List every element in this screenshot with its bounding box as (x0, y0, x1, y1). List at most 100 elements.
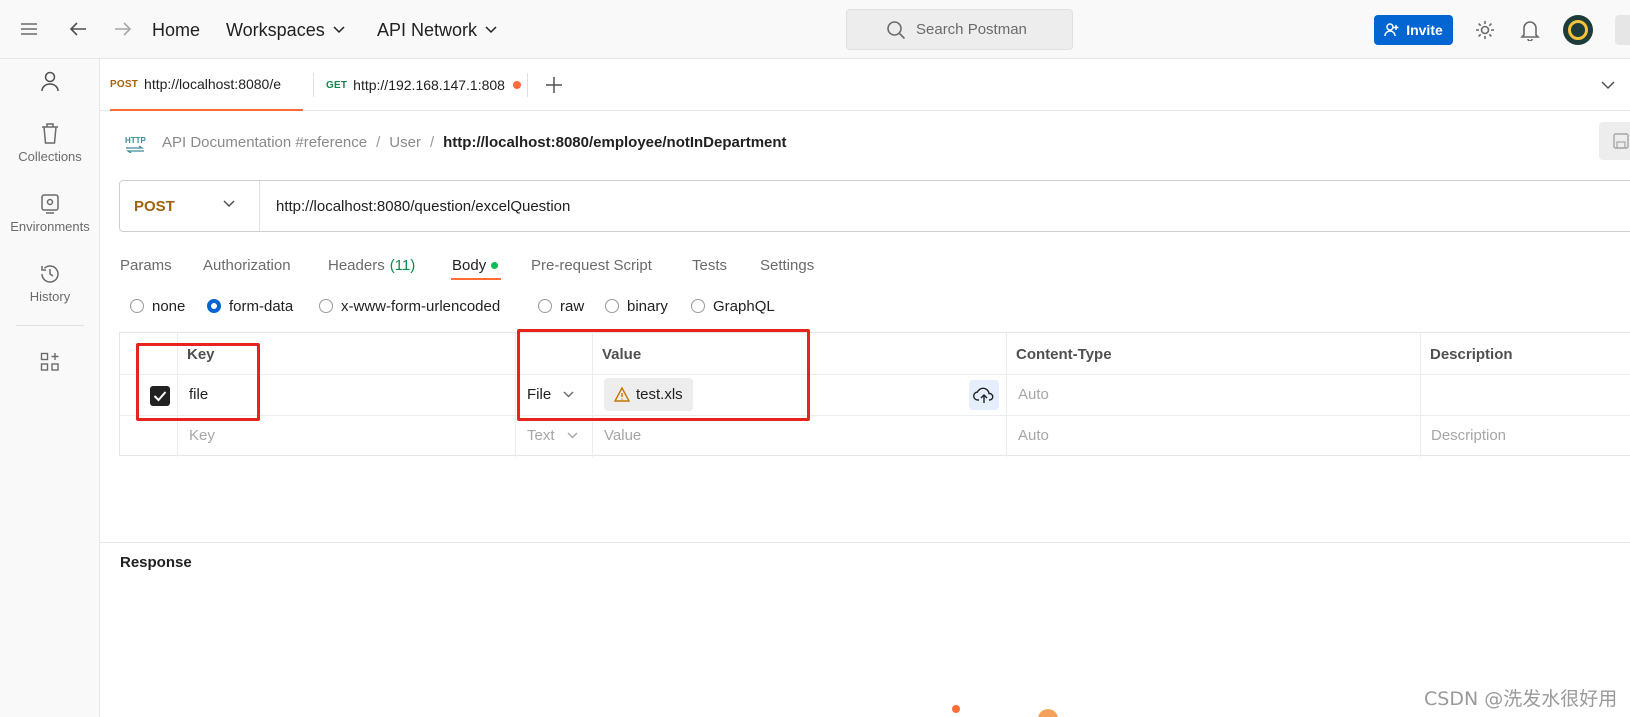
menu-icon[interactable] (16, 16, 42, 42)
column-header-content-type: Content-Type (1016, 345, 1112, 363)
nav-workspaces-label: Workspaces (226, 19, 325, 40)
http-request-icon: HTTP (125, 136, 146, 153)
tab-label: Pre-request Script (531, 256, 652, 274)
history-icon (41, 265, 59, 283)
tab-label: Body (452, 256, 487, 274)
response-divider (100, 542, 1630, 543)
tab-body[interactable]: Body (452, 250, 499, 280)
breadcrumb-separator: / (376, 133, 381, 151)
column-header-description: Description (1430, 345, 1513, 363)
invite-label: Invite (1406, 22, 1443, 38)
tab-method: GET (326, 79, 348, 91)
type-value: Text (527, 427, 555, 444)
sidebar-item-label: Environments (10, 219, 90, 234)
tab-params[interactable]: Params (120, 250, 172, 280)
breadcrumb-collection[interactable]: API Documentation #reference (162, 134, 367, 151)
tab-authorization[interactable]: Authorization (203, 250, 291, 280)
sidebar-divider (16, 325, 84, 326)
response-title: Response (120, 554, 192, 571)
request-tab-strip: POST http://localhost:8080/e GET http://… (100, 59, 1630, 111)
upload-file-button[interactable] (969, 380, 999, 410)
svg-text:HTTP: HTTP (125, 136, 146, 145)
search-icon (887, 21, 906, 40)
tab-separator (313, 73, 314, 97)
radio-binary[interactable]: binary (605, 295, 668, 317)
radio-circle (538, 299, 552, 313)
unsaved-dot-icon (512, 81, 521, 89)
radio-label: form-data (229, 297, 294, 315)
description-input[interactable] (1430, 374, 1630, 415)
tabs-dropdown-button[interactable] (1601, 59, 1615, 111)
radio-label: raw (560, 297, 585, 315)
watermark: CSDN @洗发水很好用 (1424, 688, 1618, 710)
sidebar-item-configure[interactable] (0, 352, 100, 372)
radio-graphql[interactable]: GraphQL (691, 295, 775, 317)
content-type-input[interactable]: Auto (1018, 374, 1049, 415)
left-sidebar: Collections Environments History (0, 59, 100, 717)
tab-headers[interactable]: Headers (11) (328, 250, 415, 280)
cloud-upload-icon (973, 387, 994, 403)
new-content-type-input[interactable]: Auto (1018, 415, 1049, 456)
avatar[interactable] (1563, 15, 1593, 45)
breadcrumb-folder[interactable]: User (389, 134, 421, 151)
nav-api-network[interactable]: API Network (377, 17, 497, 43)
row-divider (120, 415, 1630, 416)
new-tab-button[interactable] (545, 59, 563, 111)
row-divider (120, 374, 1630, 375)
new-type-select[interactable]: Text (527, 415, 578, 456)
sidebar-item-collections[interactable]: Collections (0, 123, 100, 164)
radio-label: none (152, 297, 186, 315)
tab-post-request[interactable]: POST http://localhost:8080/e (110, 59, 303, 111)
nav-workspaces[interactable]: Workspaces (226, 17, 345, 43)
sidebar-item-user[interactable] (0, 71, 100, 93)
back-arrow-icon[interactable] (65, 16, 91, 42)
breadcrumb-current-request[interactable]: http://localhost:8080/employee/notInDepa… (443, 134, 786, 151)
chevron-down-icon (223, 200, 235, 208)
upgrade-button-edge[interactable] (1615, 15, 1630, 45)
breadcrumb-separator: / (429, 133, 435, 151)
environments-icon (41, 194, 59, 214)
tab-label: Settings (760, 256, 815, 274)
search-input[interactable]: Search Postman (846, 9, 1073, 50)
notifications-bell-icon[interactable] (1517, 17, 1543, 43)
radio-raw[interactable]: raw (538, 295, 584, 317)
plus-icon (546, 77, 562, 93)
column-divider (1420, 333, 1421, 457)
nav-home[interactable]: Home (152, 17, 200, 43)
sidebar-item-environments[interactable]: Environments (0, 193, 100, 234)
search-placeholder: Search Postman (916, 21, 1027, 38)
settings-gear-icon[interactable] (1472, 17, 1498, 43)
save-button[interactable] (1599, 122, 1630, 160)
radio-none[interactable]: none (130, 295, 185, 317)
method-select[interactable]: POST (120, 181, 260, 231)
radio-x-www-form-urlencoded[interactable]: x-www-form-urlencoded (319, 295, 500, 317)
active-tab-underline (451, 278, 501, 280)
tab-settings[interactable]: Settings (760, 250, 814, 280)
annotation-box-key (136, 343, 260, 421)
forward-arrow-icon[interactable] (110, 16, 136, 42)
new-value-input[interactable]: Value (604, 415, 641, 456)
chevron-down-icon (1601, 80, 1615, 89)
new-description-input[interactable]: Description (1431, 415, 1506, 456)
tab-tests[interactable]: Tests (692, 250, 727, 280)
body-indicator-dot (491, 261, 499, 269)
radio-circle (130, 299, 144, 313)
url-input[interactable]: http://localhost:8080/question/excelQues… (260, 198, 570, 215)
invite-button[interactable]: Invite (1374, 15, 1453, 45)
url-bar: POST http://localhost:8080/question/exce… (119, 180, 1630, 232)
new-key-input[interactable]: Key (189, 415, 215, 456)
form-data-table: Key Value Content-Type Description file … (119, 332, 1630, 457)
tab-pre-request-script[interactable]: Pre-request Script (531, 250, 652, 280)
sidebar-item-history[interactable]: History (0, 263, 100, 304)
radio-form-data[interactable]: form-data (207, 295, 293, 317)
method-value: POST (134, 197, 175, 215)
column-divider (515, 333, 516, 457)
tab-label: Authorization (203, 256, 291, 274)
collections-trash-icon (42, 123, 58, 144)
sidebar-item-label: History (29, 289, 71, 304)
tab-get-request[interactable]: GET http://192.168.147.1:808 (326, 59, 521, 111)
radio-label: binary (627, 297, 668, 315)
apps-grid-icon (40, 352, 59, 371)
breadcrumb: HTTP API Documentation #reference / User… (124, 130, 787, 154)
column-divider (1006, 333, 1007, 457)
